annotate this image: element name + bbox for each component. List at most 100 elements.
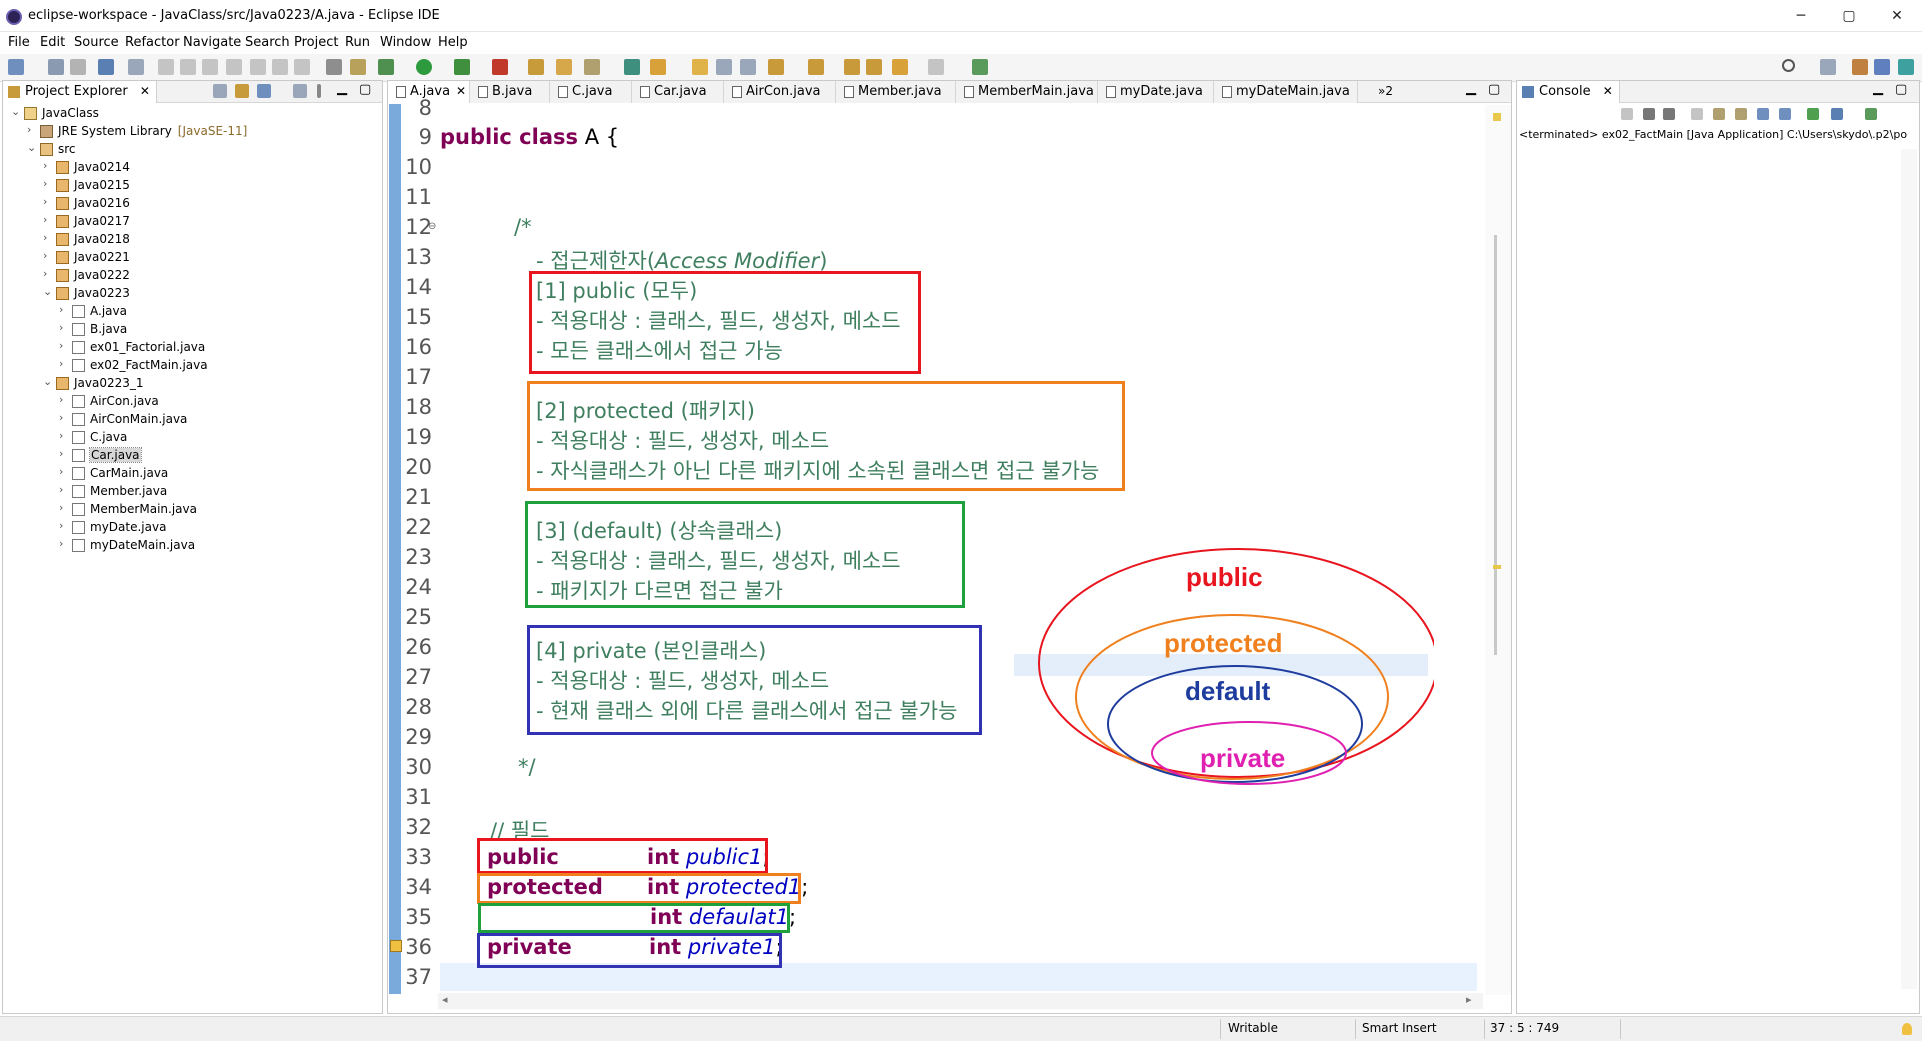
step-return-icon[interactable] (294, 59, 310, 75)
overview-marker[interactable] (1493, 565, 1501, 569)
run-icon[interactable] (416, 59, 432, 75)
link-editor-icon[interactable] (235, 84, 249, 98)
search-icon[interactable] (1782, 59, 1795, 72)
annotation-icon[interactable] (692, 59, 708, 75)
chevron-right-icon[interactable]: › (59, 501, 71, 514)
save-icon[interactable] (48, 59, 64, 75)
tab-member-java[interactable]: Member.java (836, 81, 956, 103)
scrollbar-thumb[interactable] (1494, 235, 1497, 655)
scroll-lock-icon[interactable] (1713, 108, 1725, 120)
close-button[interactable]: ✕ (1874, 4, 1920, 28)
pin-editor-icon[interactable] (972, 59, 988, 75)
next-annotation-icon[interactable] (768, 59, 784, 75)
show-stderr-icon[interactable] (1779, 108, 1791, 120)
chevron-right-icon[interactable]: › (59, 411, 71, 424)
open-perspective-icon[interactable] (1820, 59, 1836, 75)
tab-mydate-java[interactable]: myDate.java (1098, 81, 1214, 103)
chevron-down-icon[interactable]: ⌄ (43, 375, 55, 388)
resume-icon[interactable] (158, 59, 174, 75)
menu-help[interactable]: Help (438, 35, 468, 50)
skip-breakpoints-icon[interactable] (128, 59, 144, 75)
open-folder-icon[interactable] (556, 59, 572, 75)
close-icon[interactable]: ✕ (140, 84, 150, 98)
remove-launch-icon[interactable] (1643, 108, 1655, 120)
menu-project[interactable]: Project (294, 35, 338, 50)
save-all-icon[interactable] (70, 59, 86, 75)
chevron-right-icon[interactable]: › (59, 357, 71, 370)
menu-edit[interactable]: Edit (40, 35, 65, 50)
close-icon[interactable]: ✕ (1603, 84, 1613, 98)
chevron-right-icon[interactable]: › (59, 519, 71, 532)
word-wrap-icon[interactable] (1735, 108, 1747, 120)
minimize-view-icon[interactable]: ▁ (1873, 81, 1883, 96)
forward-edit-icon[interactable] (866, 59, 882, 75)
build-icon[interactable] (350, 59, 366, 75)
menu-source[interactable]: Source (74, 35, 119, 50)
pin-console-icon[interactable] (1807, 108, 1819, 120)
open-console-icon[interactable] (1865, 108, 1877, 120)
chevron-right-icon[interactable]: › (43, 213, 55, 226)
terminate-icon[interactable] (1621, 108, 1633, 120)
new-java-project-icon[interactable] (528, 59, 544, 75)
tab-membermain-java[interactable]: MemberMain.java (956, 81, 1098, 103)
minimize-view-icon[interactable]: ▁ (337, 81, 347, 96)
menu-run[interactable]: Run (345, 35, 370, 50)
collapse-all-icon[interactable] (213, 84, 227, 98)
tab-project-explorer[interactable]: Project Explorer ✕ (3, 81, 157, 103)
chevron-right-icon[interactable]: › (43, 195, 55, 208)
chevron-right-icon[interactable]: › (43, 231, 55, 244)
last-edit-icon[interactable] (844, 59, 860, 75)
chevron-right-icon[interactable]: › (27, 123, 39, 136)
chevron-right-icon[interactable]: › (43, 159, 55, 172)
chevron-right-icon[interactable]: › (59, 393, 71, 406)
close-icon[interactable]: ✕ (456, 84, 466, 98)
chevron-down-icon[interactable]: ⌄ (27, 141, 39, 154)
tips-icon[interactable] (1902, 1023, 1912, 1035)
chevron-right-icon[interactable]: › (59, 429, 71, 442)
filter-icon[interactable] (257, 84, 271, 98)
fold-toggle-icon[interactable]: ⊖ (428, 221, 436, 232)
view-menu-icon[interactable] (317, 84, 321, 98)
tab-b-java[interactable]: B.java (470, 81, 550, 103)
pilcrow-icon[interactable] (740, 59, 756, 75)
java-ee-perspective-icon[interactable] (1852, 59, 1868, 75)
warning-icon[interactable] (390, 940, 402, 952)
scroll-right-icon[interactable]: ▸ (1466, 993, 1472, 1006)
editor-horizontal-scrollbar[interactable]: ◂ ▸ (438, 993, 1483, 1009)
chevron-right-icon[interactable]: › (59, 339, 71, 352)
java-perspective-icon[interactable] (1874, 59, 1890, 75)
chevron-right-icon[interactable]: › (59, 447, 71, 460)
warning-marker[interactable] (1493, 113, 1501, 121)
show-stdout-icon[interactable] (1757, 108, 1769, 120)
console-scrollbar[interactable] (1901, 149, 1917, 989)
tab-mydatemain-java[interactable]: myDateMain.java (1214, 81, 1358, 103)
coverage-icon[interactable] (454, 59, 470, 75)
step-into-icon[interactable] (250, 59, 266, 75)
open-type-icon[interactable] (624, 59, 640, 75)
menu-window[interactable]: Window (380, 35, 431, 50)
debug-icon[interactable] (378, 59, 394, 75)
display-console-icon[interactable] (1831, 108, 1843, 120)
tab-console[interactable]: Console ✕ (1517, 81, 1620, 103)
search-tool-icon[interactable] (650, 59, 666, 75)
debug-perspective-icon[interactable] (1898, 59, 1914, 75)
menu-file[interactable]: File (8, 35, 30, 50)
maximize-view-icon[interactable]: ▢ (1488, 82, 1500, 97)
new-class-icon[interactable] (584, 59, 600, 75)
tab-car-java[interactable]: Car.java (632, 81, 724, 103)
prev-annotation-icon[interactable] (808, 59, 824, 75)
chevron-down-icon[interactable]: ⌄ (11, 105, 23, 118)
back-icon[interactable] (892, 59, 908, 75)
step-over-icon[interactable] (272, 59, 288, 75)
remove-all-icon[interactable] (1663, 108, 1675, 120)
chevron-right-icon[interactable]: › (43, 249, 55, 262)
chevron-right-icon[interactable]: › (43, 267, 55, 280)
tab-aircon-java[interactable]: AirCon.java (724, 81, 836, 103)
show-whitespace-icon[interactable] (716, 59, 732, 75)
minimize-view-icon[interactable]: ▁ (1466, 81, 1476, 96)
clear-console-icon[interactable] (1691, 108, 1703, 120)
chevron-right-icon[interactable]: › (43, 177, 55, 190)
editor-vertical-scrollbar[interactable] (1485, 105, 1511, 995)
menu-navigate[interactable]: Navigate (183, 35, 241, 50)
focus-icon[interactable] (293, 84, 307, 98)
